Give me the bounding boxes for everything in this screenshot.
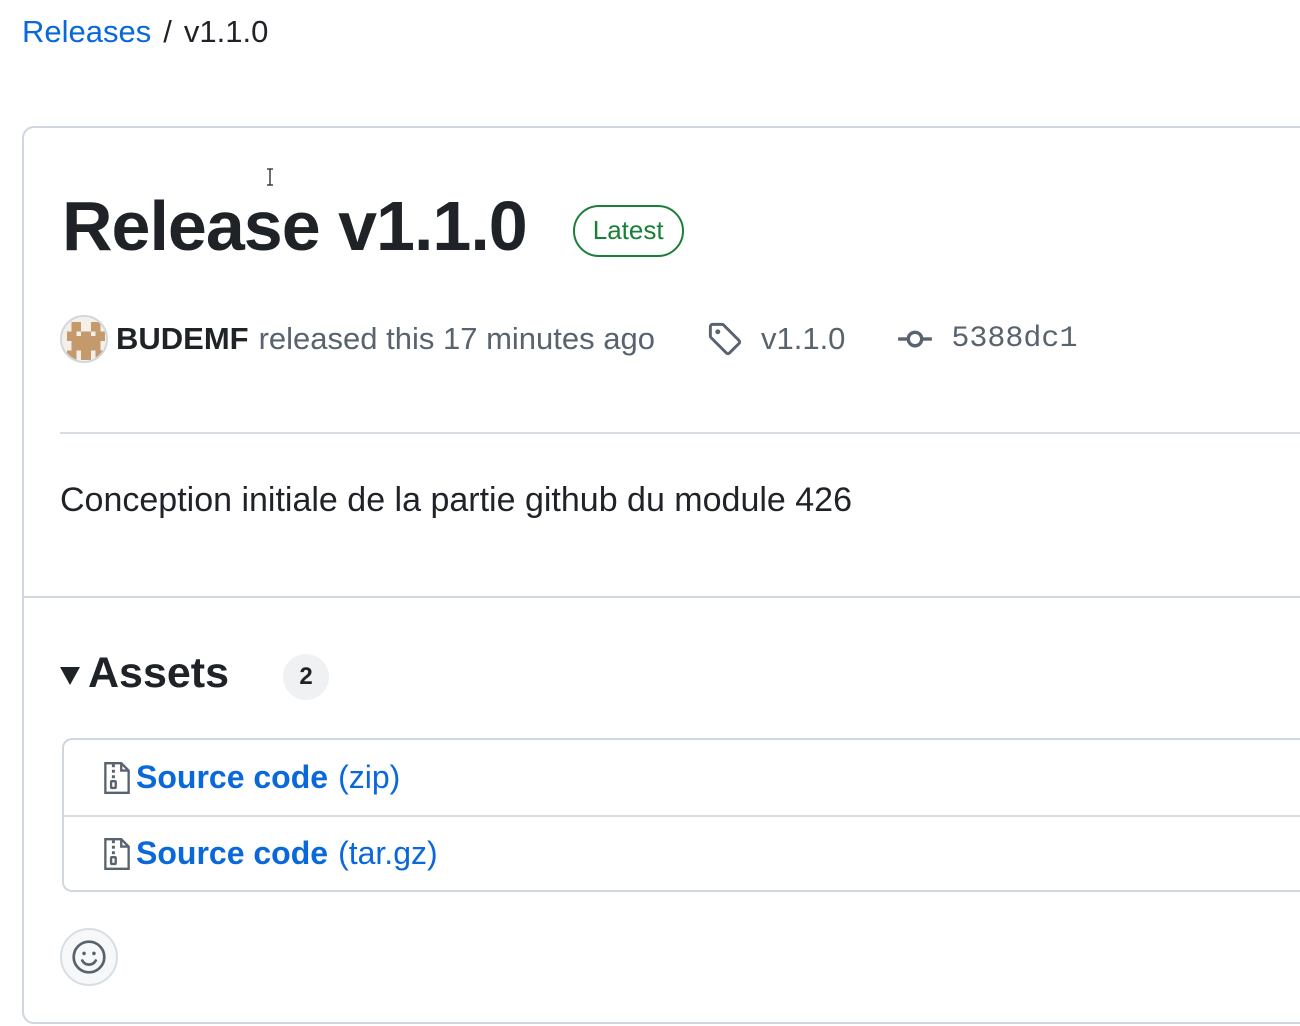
- release-title[interactable]: Release v1.1.0: [62, 186, 528, 266]
- commit-sha: 5388dc1: [951, 322, 1078, 356]
- breadcrumb-current: v1.1.0: [183, 14, 269, 49]
- tag-icon: [708, 322, 742, 356]
- asset-ext-zip[interactable]: (zip): [338, 759, 400, 796]
- caret-down-icon[interactable]: [60, 667, 80, 685]
- file-zip-icon: [104, 761, 130, 794]
- file-zip-icon: [104, 837, 130, 870]
- release-meta: BUDEMF released this 17 minutes ago v1.1…: [60, 312, 1077, 366]
- divider: [60, 432, 1300, 434]
- asset-link-zip[interactable]: Source code: [136, 759, 328, 796]
- released-time: released this 17 minutes ago: [258, 321, 655, 356]
- latest-badge: Latest: [572, 205, 684, 257]
- tag-link[interactable]: v1.1.0: [707, 321, 845, 357]
- divider: [24, 596, 1300, 598]
- commit-link[interactable]: 5388dc1: [897, 321, 1077, 357]
- asset-link-targz[interactable]: Source code: [136, 835, 328, 872]
- tag-name: v1.1.0: [760, 321, 846, 356]
- commit-icon: [898, 330, 933, 348]
- author-link[interactable]: BUDEMF: [116, 321, 249, 357]
- text-cursor-icon: [267, 168, 273, 186]
- assets-list: Source code (zip) Source code (tar.gz): [62, 738, 1300, 892]
- add-reaction-button[interactable]: [60, 928, 118, 986]
- release-card: Release v1.1.0 Latest BUDEMF released th…: [22, 126, 1300, 1024]
- avatar[interactable]: [60, 315, 108, 363]
- breadcrumb-separator: /: [163, 14, 172, 49]
- assets-count-badge: 2: [283, 654, 330, 700]
- breadcrumb: Releases / v1.1.0: [22, 12, 268, 52]
- release-notes: Conception initiale de la partie github …: [60, 481, 852, 519]
- breadcrumb-releases-link[interactable]: Releases: [22, 14, 151, 49]
- release-title-row: Release v1.1.0 Latest: [62, 186, 684, 266]
- assets-title[interactable]: Assets: [88, 647, 229, 699]
- list-item[interactable]: Source code (tar.gz): [64, 815, 1300, 890]
- asset-ext-targz[interactable]: (tar.gz): [338, 835, 438, 872]
- list-item[interactable]: Source code (zip): [64, 740, 1300, 815]
- smiley-icon: [72, 940, 106, 974]
- assets-toggle[interactable]: Assets 2: [60, 646, 330, 700]
